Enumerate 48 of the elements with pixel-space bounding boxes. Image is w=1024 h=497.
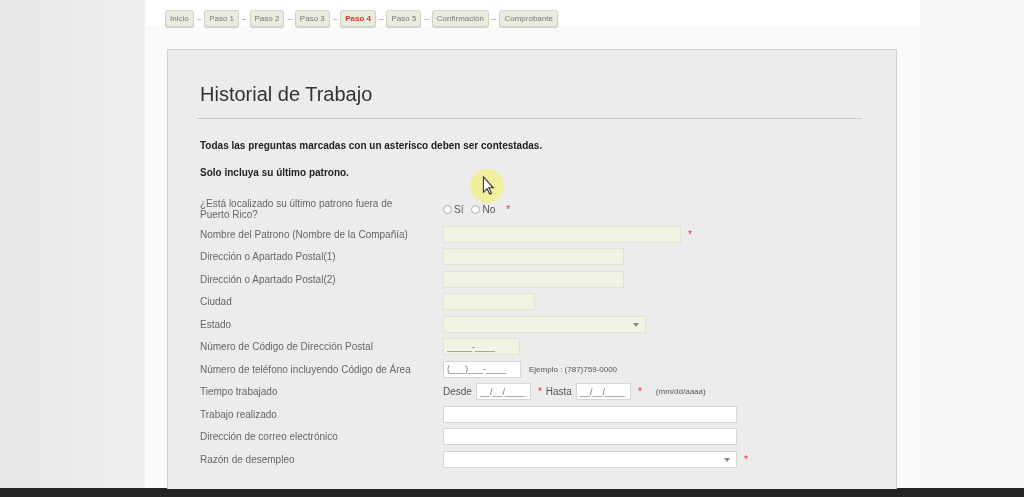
cursor-icon <box>469 168 505 204</box>
step-tab[interactable]: Paso 3 <box>294 9 330 27</box>
field-label: Dirección de correo electrónico <box>200 431 339 443</box>
input-field[interactable] <box>443 405 737 423</box>
step-tab[interactable]: Paso 2 <box>249 9 285 27</box>
step-separator: – <box>424 13 429 23</box>
required-mark: * <box>506 203 511 215</box>
input-field[interactable]: __/__/____ <box>475 383 531 401</box>
step-tab[interactable]: Comprobante <box>499 9 558 27</box>
field-label: Dirección o Apartado Postal(1) <box>200 251 337 263</box>
instruction-text: Solo incluya su último patrono. <box>200 167 350 178</box>
format-hint: (mm/dd/aaaa) <box>655 387 706 397</box>
field-label: Ciudad <box>200 296 233 308</box>
field-label: Hasta <box>545 386 572 398</box>
step-separator: – <box>332 13 338 23</box>
step-separator: – <box>379 13 384 23</box>
input-field[interactable] <box>443 428 737 446</box>
step-tab[interactable]: Inicio <box>165 9 194 27</box>
step-tab[interactable]: Confirmación <box>431 9 489 27</box>
step-separator: – <box>196 13 202 23</box>
required-mark: * <box>688 228 692 240</box>
required-mark: * <box>744 453 748 465</box>
step-separator: – <box>491 13 497 23</box>
field-label: Número de Código de Dirección Postal <box>200 341 374 353</box>
field-label: Desde <box>443 386 472 398</box>
instruction-text: Todas las preguntas marcadas con un asterisco deben ser contestadas. <box>200 140 544 151</box>
field-label: Dirección o Apartado Postal(2) <box>200 273 337 285</box>
input-field[interactable]: __/__/____ <box>575 383 631 401</box>
page-title: Historial de Trabajo <box>200 83 374 106</box>
step-tab[interactable]: Paso 5 <box>386 9 422 27</box>
radio-option[interactable]: Sí <box>443 203 464 215</box>
required-mark: * <box>537 386 542 398</box>
step-separator: – <box>287 13 292 23</box>
step-separator: – <box>242 13 247 23</box>
field-label: Nombre del Patrono (Nombre de la Compañía) <box>200 228 409 240</box>
dropdown[interactable] <box>443 450 737 468</box>
required-mark: * <box>637 386 642 398</box>
field-label: Estado <box>200 318 233 330</box>
example-text: Ejemplo : (787)759-0000 <box>529 364 618 374</box>
field-label: ¿Está localizado su último patrono fuera de Puerto Rico? <box>200 198 394 220</box>
step-tab[interactable]: Paso 1 <box>204 9 240 27</box>
step-tab[interactable]: Paso 4 <box>340 9 376 27</box>
field-label: Trabajo realizado <box>200 408 278 420</box>
radio-option[interactable]: No <box>471 203 496 215</box>
field-label: Número de teléfono incluyendo Código de Área <box>200 363 412 375</box>
field-label: Razón de desempleo <box>200 453 296 465</box>
field-label: Tiempo trabajado <box>200 386 279 398</box>
input-field[interactable]: (___)___-____ <box>443 360 521 378</box>
